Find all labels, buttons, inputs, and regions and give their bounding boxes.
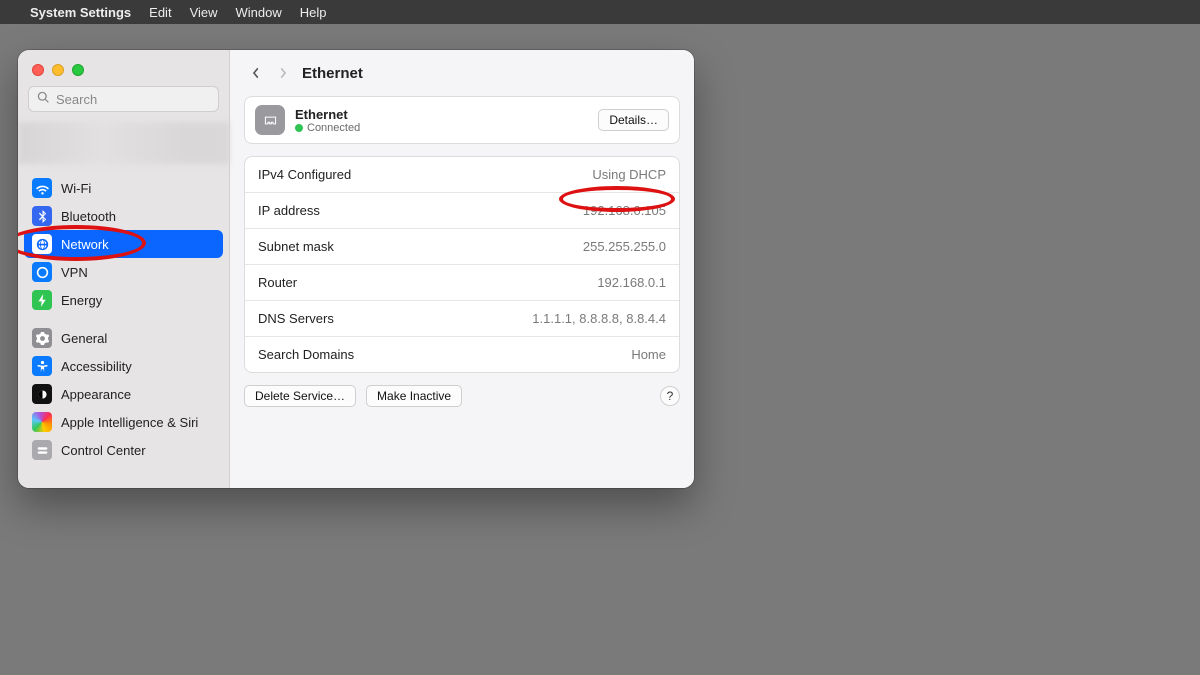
- sidebar-item-energy[interactable]: Energy: [24, 286, 223, 314]
- close-window-button[interactable]: [32, 64, 44, 76]
- ip-address-value: 192.168.0.105: [583, 203, 666, 218]
- sidebar-item-label: Wi-Fi: [61, 181, 91, 196]
- back-button[interactable]: [246, 60, 264, 86]
- forward-button[interactable]: [274, 60, 292, 86]
- connection-name: Ethernet: [295, 107, 588, 122]
- menu-edit[interactable]: Edit: [149, 5, 171, 20]
- siri-icon: [32, 412, 52, 432]
- delete-service-button[interactable]: Delete Service…: [244, 385, 356, 407]
- sidebar: Search Wi-Fi Bluetooth Network: [18, 50, 230, 488]
- sidebar-item-label: Apple Intelligence & Siri: [61, 415, 198, 430]
- connection-card: Ethernet Connected Details…: [244, 96, 680, 144]
- menubar: System Settings Edit View Window Help: [0, 0, 1200, 24]
- sidebar-item-general[interactable]: General: [24, 324, 223, 352]
- sidebar-item-label: Bluetooth: [61, 209, 116, 224]
- menu-view[interactable]: View: [190, 5, 218, 20]
- sidebar-item-accessibility[interactable]: Accessibility: [24, 352, 223, 380]
- wifi-icon: [32, 178, 52, 198]
- sidebar-item-label: General: [61, 331, 107, 346]
- status-dot-icon: [295, 124, 303, 132]
- sidebar-item-label: Control Center: [61, 443, 146, 458]
- sidebar-item-bluetooth[interactable]: Bluetooth: [24, 202, 223, 230]
- ethernet-icon: [255, 105, 285, 135]
- account-section-blurred: [18, 122, 229, 164]
- help-button[interactable]: ?: [660, 386, 680, 406]
- row-router: Router 192.168.0.1: [245, 265, 679, 301]
- menu-help[interactable]: Help: [300, 5, 327, 20]
- minimize-window-button[interactable]: [52, 64, 64, 76]
- energy-icon: [32, 290, 52, 310]
- settings-window: Search Wi-Fi Bluetooth Network: [18, 50, 694, 488]
- appearance-icon: [32, 384, 52, 404]
- menu-app-name[interactable]: System Settings: [30, 5, 131, 20]
- sidebar-item-label: Accessibility: [61, 359, 132, 374]
- sidebar-item-network[interactable]: Network: [24, 230, 223, 258]
- row-dns: DNS Servers 1.1.1.1, 8.8.8.8, 8.8.4.4: [245, 301, 679, 337]
- search-placeholder: Search: [56, 92, 97, 107]
- sidebar-item-siri[interactable]: Apple Intelligence & Siri: [24, 408, 223, 436]
- sidebar-item-label: Network: [61, 237, 109, 252]
- sidebar-item-label: Appearance: [61, 387, 131, 402]
- actions-row: Delete Service… Make Inactive ?: [244, 385, 680, 407]
- bluetooth-icon: [32, 206, 52, 226]
- search-input[interactable]: Search: [28, 86, 219, 112]
- sidebar-item-label: VPN: [61, 265, 88, 280]
- connection-status: Connected: [295, 122, 588, 134]
- row-ipv4: IPv4 Configured Using DHCP: [245, 157, 679, 193]
- sidebar-list: Wi-Fi Bluetooth Network VPN Energy: [18, 172, 229, 488]
- menu-window[interactable]: Window: [236, 5, 282, 20]
- sidebar-item-control-center[interactable]: Control Center: [24, 436, 223, 464]
- vpn-icon: [32, 262, 52, 282]
- row-search-domains: Search Domains Home: [245, 337, 679, 372]
- page-title: Ethernet: [302, 65, 363, 82]
- main-pane: Ethernet Ethernet Connected Details…: [230, 50, 694, 488]
- details-button[interactable]: Details…: [598, 109, 669, 131]
- zoom-window-button[interactable]: [72, 64, 84, 76]
- sidebar-item-label: Energy: [61, 293, 102, 308]
- network-details-panel: IPv4 Configured Using DHCP IP address 19…: [244, 156, 680, 373]
- sidebar-item-vpn[interactable]: VPN: [24, 258, 223, 286]
- main-header: Ethernet: [230, 50, 694, 96]
- row-subnet: Subnet mask 255.255.255.0: [245, 229, 679, 265]
- make-inactive-button[interactable]: Make Inactive: [366, 385, 462, 407]
- search-icon: [37, 91, 50, 107]
- control-center-icon: [32, 440, 52, 460]
- sidebar-item-wifi[interactable]: Wi-Fi: [24, 174, 223, 202]
- network-icon: [32, 234, 52, 254]
- traffic-lights: [18, 50, 229, 86]
- sidebar-item-appearance[interactable]: Appearance: [24, 380, 223, 408]
- gear-icon: [32, 328, 52, 348]
- row-ip-address: IP address 192.168.0.105: [245, 193, 679, 229]
- accessibility-icon: [32, 356, 52, 376]
